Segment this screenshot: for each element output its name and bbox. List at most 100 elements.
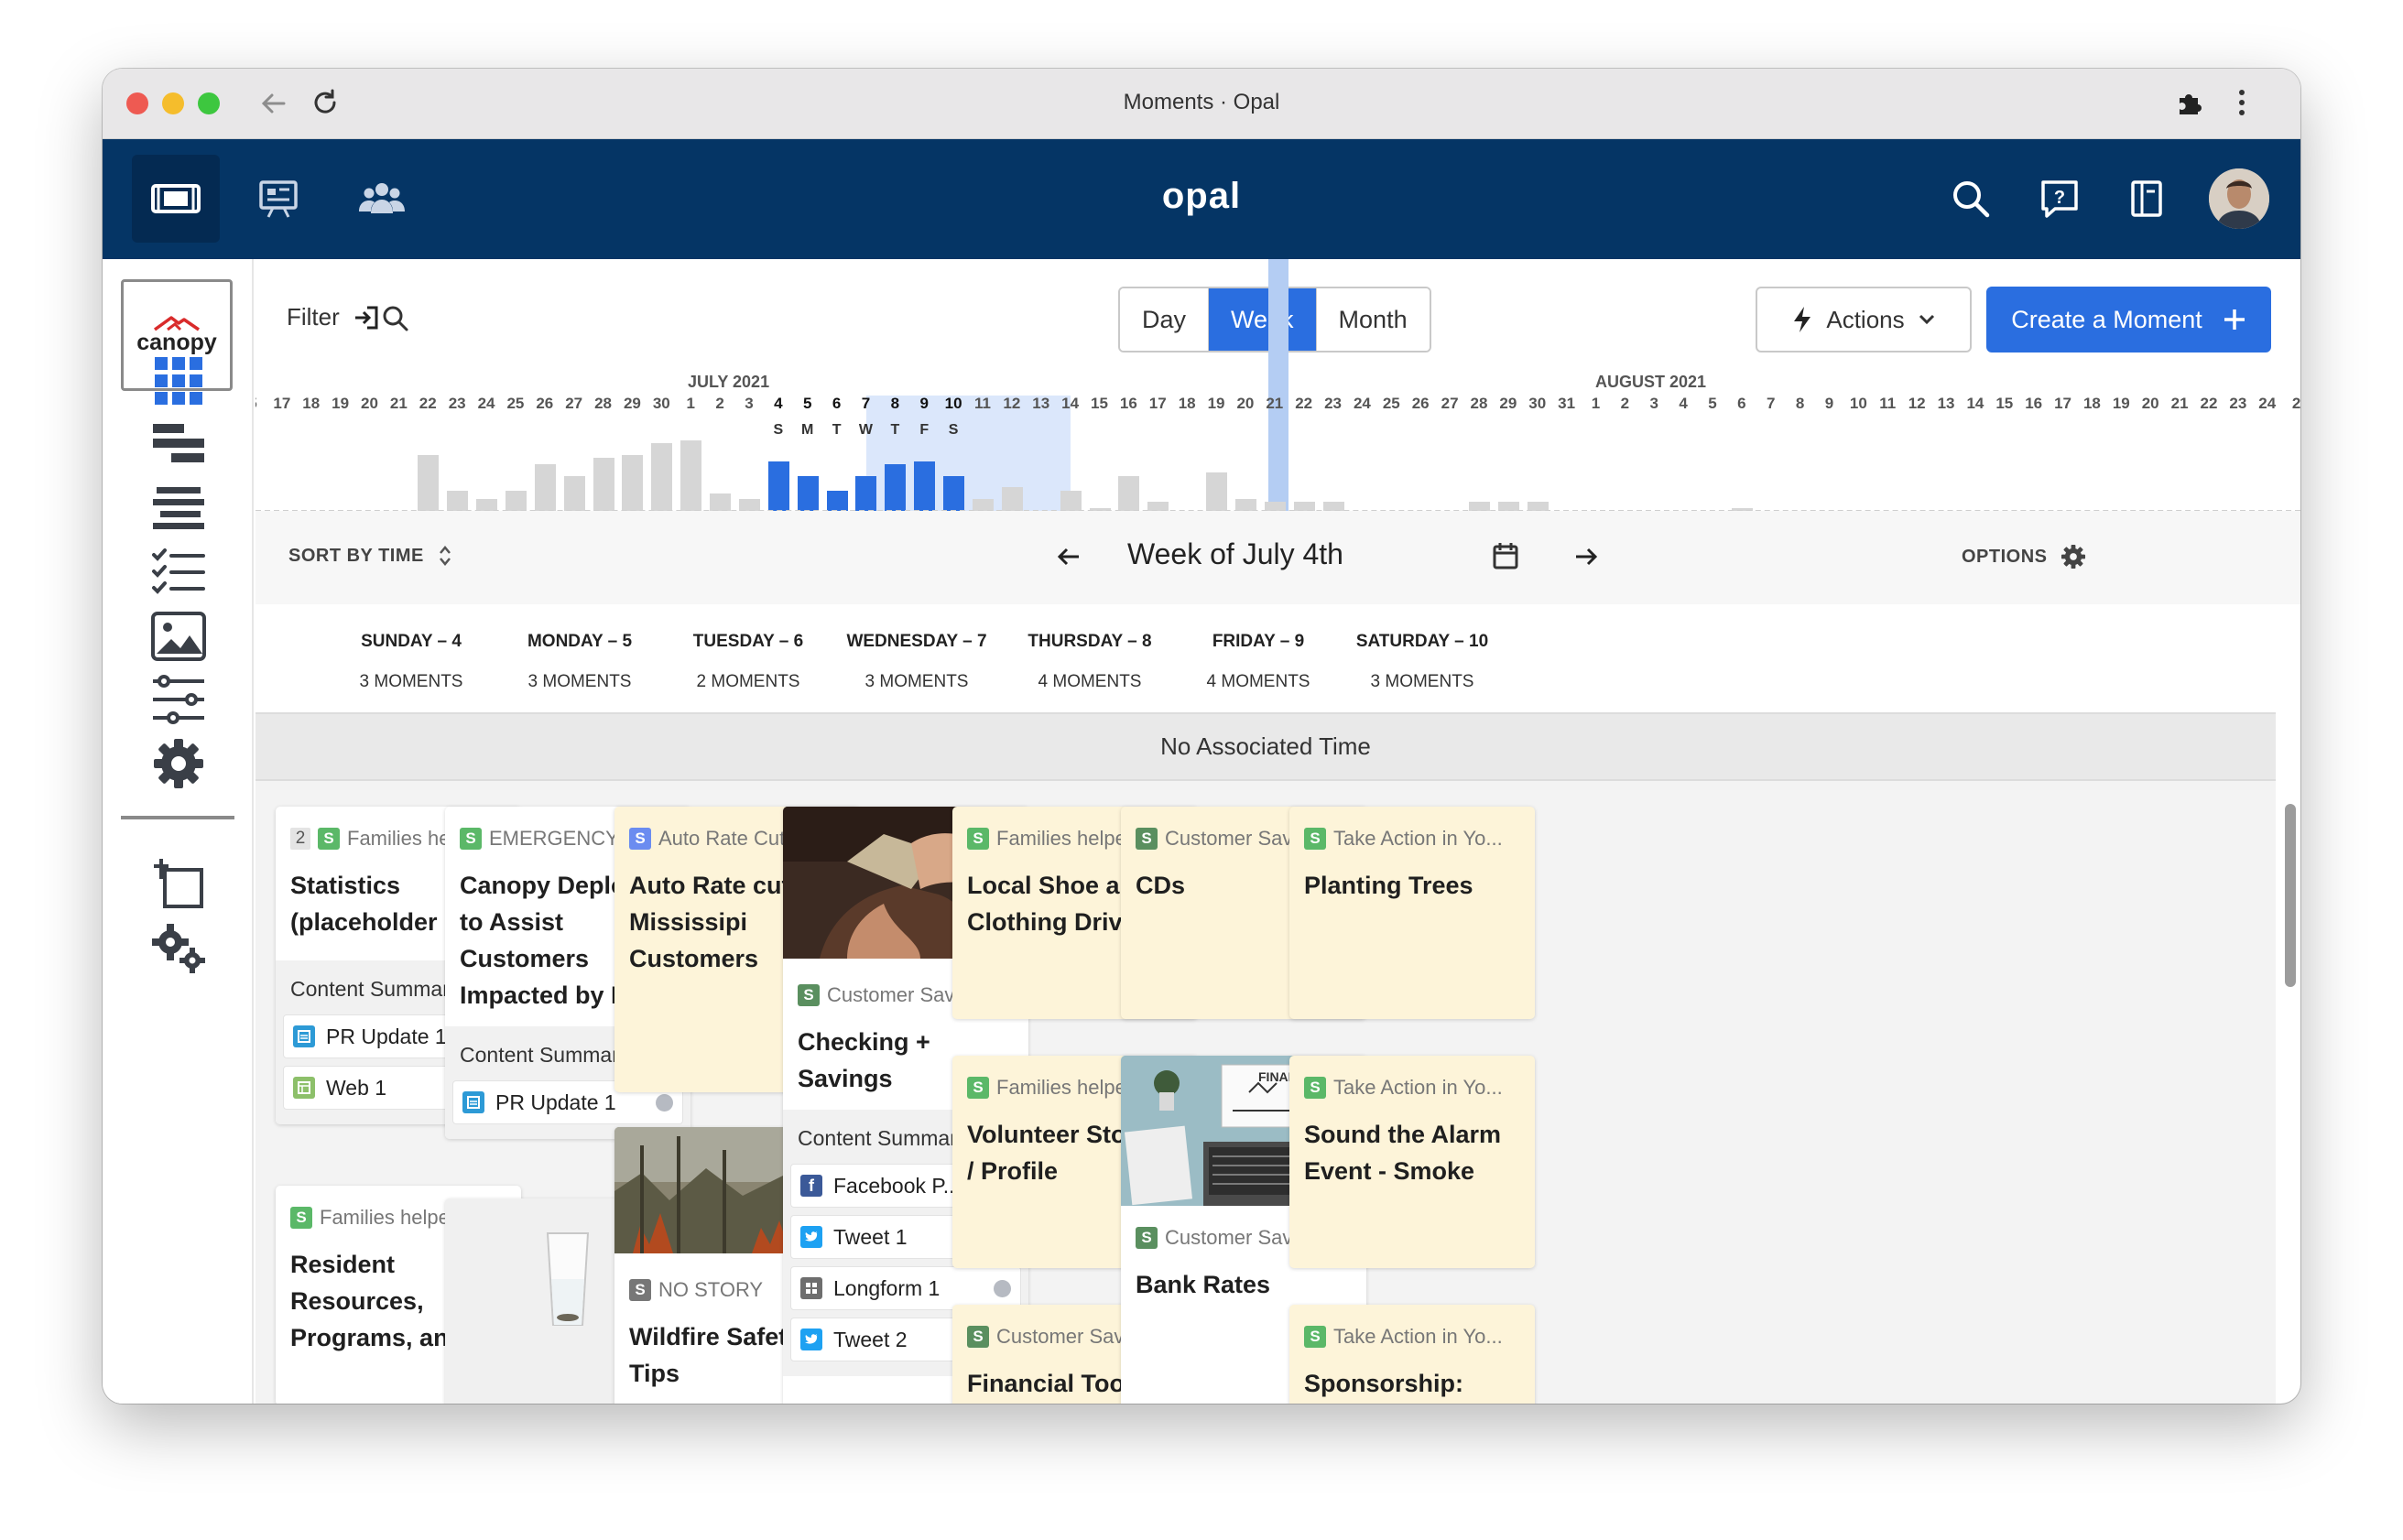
view-day-button[interactable]: Day xyxy=(1120,288,1210,351)
timeline-bar[interactable] xyxy=(1001,487,1023,511)
timeline-day-tick[interactable]: 29 xyxy=(618,395,646,413)
moment-card[interactable]: S Take Action in Yo... Sponsorship: xyxy=(1289,1305,1535,1404)
timeline-day-tick[interactable]: 17 xyxy=(2050,395,2077,413)
timeline-day-tick[interactable]: 10 xyxy=(1844,395,1872,413)
sidebar-add-button[interactable] xyxy=(150,855,207,912)
sidebar-workflow-button[interactable] xyxy=(150,671,207,728)
timeline-bar[interactable] xyxy=(855,476,877,511)
timeline-day-tick[interactable]: 14 xyxy=(1057,395,1084,413)
vertical-scrollbar[interactable] xyxy=(2285,804,2296,987)
view-week-button[interactable]: Week xyxy=(1209,288,1317,351)
timeline-bar[interactable] xyxy=(914,461,936,511)
actions-dropdown[interactable]: Actions xyxy=(1756,287,1972,352)
timeline-day-tick[interactable]: 25 xyxy=(1377,395,1405,413)
timeline-bar[interactable] xyxy=(710,493,732,511)
timeline-day-tick[interactable]: 27 xyxy=(560,395,588,413)
search-moments-icon[interactable] xyxy=(382,305,409,337)
timeline-day-tick[interactable]: 26 xyxy=(531,395,559,413)
timeline-day-tick[interactable]: 15 xyxy=(1991,395,2018,413)
sort-by-time-button[interactable]: SORT BY TIME xyxy=(288,544,451,568)
timeline-day-tick[interactable]: 22 xyxy=(1290,395,1318,413)
timeline-day-tick[interactable]: 30 xyxy=(647,395,675,413)
timeline-day-tick[interactable]: 10 xyxy=(940,395,967,413)
timeline-day-tick[interactable]: 28 xyxy=(590,395,617,413)
timeline-day-tick[interactable]: 11 xyxy=(1874,395,1901,413)
timeline-day-tick[interactable]: 31 xyxy=(1553,395,1581,413)
timeline-day-tick[interactable]: 5 xyxy=(256,395,266,413)
timeline-day-tick[interactable]: 27 xyxy=(1436,395,1463,413)
timeline-bar[interactable] xyxy=(943,476,965,511)
timeline-bar[interactable] xyxy=(1060,491,1082,511)
user-avatar[interactable] xyxy=(2209,168,2269,229)
timeline-day-tick[interactable]: 2 xyxy=(2283,395,2300,413)
sidebar-admin-settings-button[interactable] xyxy=(150,920,207,977)
timeline-day-tick[interactable]: 24 xyxy=(2254,395,2281,413)
timeline-day-tick[interactable]: 7 xyxy=(1757,395,1785,413)
sidebar-media-button[interactable] xyxy=(150,608,207,665)
timeline-day-tick[interactable]: 25 xyxy=(502,395,529,413)
timeline-day-tick[interactable]: 2 xyxy=(1611,395,1638,413)
sidebar-list-button[interactable] xyxy=(150,480,207,537)
timeline-day-tick[interactable]: 9 xyxy=(1816,395,1843,413)
timeline-day-tick[interactable]: 20 xyxy=(356,395,384,413)
timeline-bar[interactable] xyxy=(1206,472,1228,511)
timeline-day-tick[interactable]: 1 xyxy=(1582,395,1609,413)
timeline-day-tick[interactable]: 26 xyxy=(1407,395,1434,413)
timeline-histogram[interactable]: JULY 2021 AUGUST 2021 517181920212223242… xyxy=(256,259,2300,512)
timeline-day-tick[interactable]: 18 xyxy=(1173,395,1201,413)
timeline-day-tick[interactable]: 23 xyxy=(443,395,471,413)
timeline-day-tick[interactable]: 8 xyxy=(881,395,908,413)
timeline-day-tick[interactable]: 6 xyxy=(823,395,851,413)
timeline-bar[interactable] xyxy=(447,491,469,511)
timeline-day-tick[interactable]: 5 xyxy=(794,395,821,413)
timeline-day-tick[interactable]: 9 xyxy=(910,395,938,413)
timeline-day-tick[interactable]: 22 xyxy=(414,395,441,413)
timeline-day-tick[interactable]: 17 xyxy=(268,395,296,413)
timeline-day-tick[interactable]: 18 xyxy=(298,395,325,413)
content-item[interactable]: Longform 1 xyxy=(790,1266,1021,1310)
moment-card[interactable]: S Take Action in Yo... Sound the Alarm Ev… xyxy=(1289,1056,1535,1268)
timeline-day-tick[interactable]: 8 xyxy=(1787,395,1814,413)
timeline-day-tick[interactable]: 21 xyxy=(385,395,412,413)
timeline-day-tick[interactable]: 22 xyxy=(2195,395,2223,413)
timeline-bar[interactable] xyxy=(651,443,673,511)
timeline-day-tick[interactable]: 19 xyxy=(1202,395,1230,413)
timeline-day-tick[interactable]: 3 xyxy=(735,395,763,413)
timeline-day-tick[interactable]: 2 xyxy=(706,395,734,413)
timeline-day-tick[interactable]: 28 xyxy=(1465,395,1493,413)
sidebar-settings-button[interactable] xyxy=(150,735,207,792)
timeline-day-tick[interactable]: 16 xyxy=(1115,395,1142,413)
moment-card[interactable]: S Take Action in Yo... Planting Trees xyxy=(1289,807,1535,1019)
timeline-day-tick[interactable]: 3 xyxy=(1640,395,1668,413)
timeline-day-tick[interactable]: 4 xyxy=(765,395,792,413)
sidebar-timeline-button[interactable] xyxy=(150,417,207,473)
filter-button[interactable]: Filter xyxy=(287,303,380,331)
timeline-bar[interactable] xyxy=(767,461,789,511)
timeline-day-tick[interactable]: 21 xyxy=(1261,395,1288,413)
timeline-day-tick[interactable]: 14 xyxy=(1962,395,1989,413)
search-icon[interactable] xyxy=(1947,175,1995,222)
guide-book-icon[interactable] xyxy=(2123,175,2170,222)
options-button[interactable]: OPTIONS xyxy=(1962,544,2086,569)
timeline-bar[interactable] xyxy=(680,440,702,511)
timeline-day-tick[interactable]: 18 xyxy=(2078,395,2105,413)
timeline-day-tick[interactable]: 16 xyxy=(2020,395,2048,413)
timeline-day-tick[interactable]: 12 xyxy=(998,395,1026,413)
sidebar-checklist-button[interactable] xyxy=(150,544,207,601)
create-moment-button[interactable]: Create a Moment xyxy=(1986,287,2271,352)
timeline-day-tick[interactable]: 11 xyxy=(969,395,996,413)
timeline-bar[interactable] xyxy=(826,491,848,511)
timeline-day-tick[interactable]: 24 xyxy=(473,395,500,413)
timeline-bar[interactable] xyxy=(418,455,440,511)
timeline-day-tick[interactable]: 30 xyxy=(1524,395,1551,413)
timeline-day-tick[interactable]: 29 xyxy=(1495,395,1522,413)
next-week-arrow-icon[interactable] xyxy=(1574,546,1598,572)
timeline-day-tick[interactable]: 24 xyxy=(1348,395,1375,413)
timeline-day-tick[interactable]: 4 xyxy=(1669,395,1697,413)
timeline-bar[interactable] xyxy=(1118,476,1140,511)
timeline-bar[interactable] xyxy=(797,476,819,511)
timeline-day-tick[interactable]: 23 xyxy=(2224,395,2252,413)
timeline-day-tick[interactable]: 23 xyxy=(1320,395,1347,413)
timeline-day-tick[interactable]: 7 xyxy=(852,395,879,413)
timeline-bar[interactable] xyxy=(622,455,644,511)
